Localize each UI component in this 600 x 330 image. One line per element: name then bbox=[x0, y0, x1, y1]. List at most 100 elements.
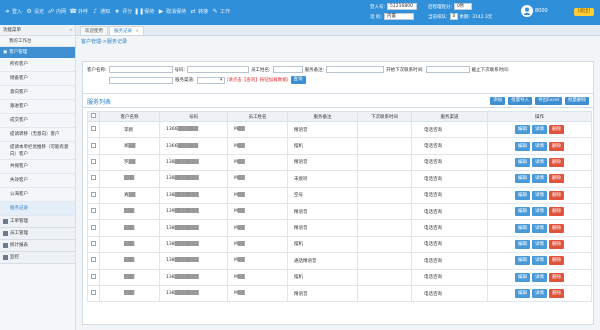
list-action-button-1[interactable]: 批量导入 bbox=[508, 97, 533, 105]
table-row[interactable]: ▒▒▒ 138▒▒▒▒▒▒▒ M▒▒ 精语音 电话咨询 编辑 详情 删除 bbox=[87, 284, 592, 303]
detail-button[interactable]: 详情 bbox=[532, 125, 547, 135]
list-action-button-3[interactable]: 批量删除 bbox=[565, 97, 589, 105]
row-checkbox[interactable] bbox=[91, 240, 96, 246]
sidebar-item-7[interactable]: 共保客户 bbox=[0, 160, 75, 174]
end-next-input[interactable] bbox=[109, 76, 173, 84]
delete-button[interactable]: 删除 bbox=[549, 157, 564, 167]
nav-item-5[interactable]: ★ 评分 bbox=[114, 8, 132, 15]
edit-button[interactable]: 编辑 bbox=[515, 190, 530, 200]
detail-button[interactable]: 详情 bbox=[532, 223, 547, 233]
sidebar-section-1[interactable]: 员工管理 bbox=[0, 228, 75, 240]
channel-select[interactable] bbox=[196, 76, 225, 84]
table-row[interactable]: 真▒▒ 138▒▒▒▒▒▒▒ M▒▒ 空号 电话咨询 编辑 详情 删除 bbox=[87, 186, 592, 204]
delete-button[interactable]: 删除 bbox=[549, 239, 564, 249]
status-select[interactable]: 0秒 bbox=[454, 3, 473, 10]
sidebar-item-8[interactable]: 失效客户 bbox=[0, 174, 75, 188]
edit-button[interactable]: 编辑 bbox=[515, 207, 530, 217]
delete-button[interactable]: 删除 bbox=[549, 223, 564, 233]
table-row[interactable]: ▒▒▒ 138▒▒▒▒▒▒▒ M▒▒ 精语音 电话咨询 编辑 详情 删除 bbox=[87, 219, 592, 237]
row-checkbox[interactable] bbox=[91, 290, 96, 296]
user-menu[interactable]: 8000 bbox=[521, 5, 548, 17]
table-row[interactable]: 李刚 1366▒▒▒▒▒▒ M▒▒ 精语音 电话咨询 编辑 详情 删除 bbox=[87, 120, 592, 139]
remark-input[interactable] bbox=[326, 66, 385, 73]
nav-item-9[interactable]: ✎ 工作 bbox=[212, 8, 231, 15]
row-checkbox[interactable] bbox=[91, 142, 96, 148]
sidebar-item-1[interactable]: 储备客户 bbox=[0, 72, 75, 86]
delete-button[interactable]: 删除 bbox=[549, 141, 564, 151]
sidebar-item-workbench[interactable]: 我的工作台 bbox=[0, 36, 75, 47]
list-action-button-0[interactable]: 添加 bbox=[490, 97, 506, 105]
detail-button[interactable]: 详情 bbox=[532, 190, 547, 200]
table-row[interactable]: ▒▒▒ 139▒▒▒▒▒▒▒ M▒▒ 精语音 电话咨询 编辑 详情 删除 bbox=[87, 202, 592, 221]
sidebar-item-9[interactable]: 公海客户 bbox=[0, 188, 75, 202]
close-icon[interactable]: × bbox=[135, 29, 139, 34]
nav-item-2[interactable]: ☍ 内网 bbox=[48, 8, 66, 15]
detail-button[interactable]: 详情 bbox=[532, 256, 547, 266]
delete-button[interactable]: 删除 bbox=[549, 125, 564, 135]
edit-button[interactable]: 编辑 bbox=[515, 125, 530, 135]
detail-button[interactable]: 详情 bbox=[532, 272, 547, 282]
sidebar-item-4[interactable]: 成交客户 bbox=[0, 114, 75, 128]
row-checkbox[interactable] bbox=[91, 158, 96, 164]
sidebar-item-3[interactable]: 跟进客户 bbox=[0, 100, 75, 114]
row-checkbox[interactable] bbox=[91, 126, 96, 132]
nav-item-1[interactable]: ⚙ 设定 bbox=[26, 8, 44, 15]
delete-button[interactable]: 删除 bbox=[549, 289, 564, 299]
detail-button[interactable]: 详情 bbox=[532, 207, 547, 217]
row-checkbox[interactable] bbox=[91, 257, 96, 263]
employee-input[interactable] bbox=[272, 66, 303, 73]
row-checkbox[interactable] bbox=[91, 273, 96, 279]
edit-button[interactable]: 编辑 bbox=[515, 289, 530, 299]
avatar[interactable] bbox=[521, 5, 533, 17]
phone-mode-select[interactable]: 内置 bbox=[383, 13, 414, 20]
edit-button[interactable]: 编辑 bbox=[515, 256, 530, 266]
nav-item-8[interactable]: ⇄ 转接 bbox=[190, 8, 209, 15]
collapse-icon[interactable]: « bbox=[69, 25, 72, 36]
table-row[interactable]: ▒▒▒ 138▒▒▒▒▒▒▒ M▒▒ 摆机 电话咨询 编辑 详情 删除 bbox=[87, 268, 592, 286]
nav-item-3[interactable]: ☎ 外呼 bbox=[69, 8, 88, 15]
customer-name-input[interactable] bbox=[108, 66, 173, 73]
sidebar-section-0[interactable]: 工单管理 bbox=[0, 216, 75, 228]
sidebar-group-customer[interactable]: ▣ 客户管理 bbox=[0, 47, 75, 58]
table-row[interactable]: 郑▒▒ 1366▒▒▒▒▒▒ M▒▒ 摆机 电话咨询 编辑 详情 删除 bbox=[87, 137, 592, 155]
row-checkbox[interactable] bbox=[91, 208, 96, 214]
table-row[interactable]: ▒▒▒ 138▒▒▒▒▒▒▒ M▒▒ 通話精语音 电话咨询 编辑 详情 删除 bbox=[87, 252, 592, 270]
delete-button[interactable]: 删除 bbox=[549, 256, 564, 266]
sidebar-item-2[interactable]: 意向客户 bbox=[0, 86, 75, 100]
sidebar-item-10[interactable]: 服务记录 bbox=[0, 202, 75, 216]
edit-button[interactable]: 编辑 bbox=[515, 174, 530, 184]
delete-button[interactable]: 删除 bbox=[549, 272, 564, 282]
delete-button[interactable]: 删除 bbox=[549, 207, 564, 217]
number-input[interactable] bbox=[187, 66, 250, 73]
detail-button[interactable]: 详情 bbox=[532, 239, 547, 249]
detail-button[interactable]: 详情 bbox=[532, 141, 547, 151]
tab-1[interactable]: 服务记录 × bbox=[109, 26, 144, 35]
select-all-checkbox[interactable] bbox=[91, 113, 96, 118]
edit-button[interactable]: 编辑 bbox=[515, 141, 530, 151]
nav-item-0[interactable]: ➜ 登入 bbox=[4, 8, 22, 15]
row-checkbox[interactable] bbox=[91, 191, 96, 197]
column-header-0[interactable] bbox=[87, 111, 100, 122]
edit-button[interactable]: 编辑 bbox=[515, 239, 530, 249]
row-checkbox[interactable] bbox=[91, 175, 96, 181]
exit-button[interactable]: [退出] bbox=[574, 8, 594, 16]
delete-button[interactable]: 删除 bbox=[549, 174, 564, 184]
table-row[interactable]: ▒▒▒ 138▒▒▒▒▒▒▒ M▒▒ 摆机 电话咨询 编辑 详情 删除 bbox=[87, 235, 592, 254]
edit-button[interactable]: 编辑 bbox=[515, 223, 530, 233]
sidebar-section-3[interactable]: 监控 bbox=[0, 252, 75, 264]
tab-0[interactable]: 欢迎使用 bbox=[80, 26, 108, 35]
detail-button[interactable]: 详情 bbox=[532, 174, 547, 184]
start-next-input[interactable] bbox=[425, 66, 470, 73]
sidebar-item-6[interactable]: 提请本单栏优推移（可能有意向）客户 bbox=[0, 142, 75, 160]
detail-button[interactable]: 详情 bbox=[532, 157, 547, 167]
edit-button[interactable]: 编辑 bbox=[515, 272, 530, 282]
delete-button[interactable]: 删除 bbox=[549, 190, 564, 200]
nav-item-6[interactable]: ❚❚ 保持 bbox=[134, 8, 154, 15]
table-row[interactable]: 罗▒▒ 138▒▒▒▒▒▒▒ M▒▒ 精语音 电话咨询 编辑 详情 删除 bbox=[87, 153, 592, 172]
sidebar-item-0[interactable]: 所有客户 bbox=[0, 58, 75, 72]
sidebar-item-5[interactable]: 提请转移（无意向）客户 bbox=[0, 128, 75, 142]
query-button[interactable]: 查询 bbox=[290, 76, 306, 84]
nav-item-4[interactable]: ♪ 通知 bbox=[92, 8, 110, 15]
table-row[interactable]: ▒▒▒ 138▒▒▒▒▒▒▒ M▒▒ 未接听 电话咨询 编辑 详情 删除 bbox=[87, 170, 592, 188]
sidebar-section-2[interactable]: 统计报表 bbox=[0, 240, 75, 252]
